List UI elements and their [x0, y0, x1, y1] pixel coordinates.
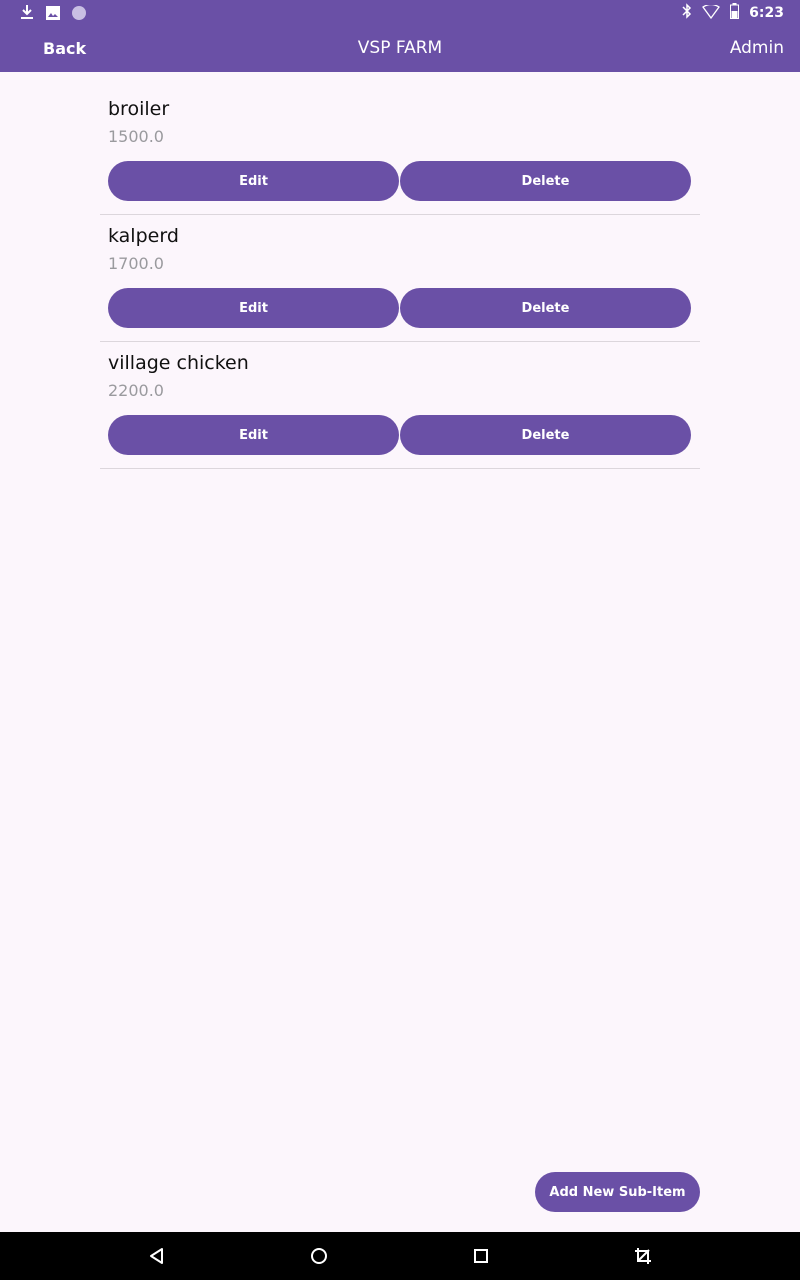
edit-button[interactable]: Edit	[108, 161, 399, 201]
admin-button[interactable]: Admin	[730, 38, 784, 58]
back-icon[interactable]	[147, 1246, 167, 1266]
delete-button[interactable]: Delete	[400, 288, 691, 328]
navigation-bar	[0, 1232, 800, 1280]
wifi-icon	[702, 3, 721, 23]
item-price: 2200.0	[108, 381, 164, 400]
edit-button[interactable]: Edit	[108, 288, 399, 328]
home-icon[interactable]	[309, 1246, 329, 1266]
delete-button[interactable]: Delete	[400, 415, 691, 455]
status-time: 6:23	[749, 5, 784, 21]
item-price: 1700.0	[108, 254, 164, 273]
app-bar: Back VSP FARM Admin	[0, 24, 800, 72]
item-name: broiler	[108, 98, 170, 120]
status-bar: 6:23	[0, 0, 800, 24]
battery-icon	[730, 3, 740, 23]
screenshot-icon[interactable]	[633, 1246, 653, 1266]
list-item: village chicken 2200.0 Edit Delete	[100, 342, 700, 469]
item-name: village chicken	[108, 352, 249, 374]
list-item: broiler 1500.0 Edit Delete	[100, 88, 700, 215]
recents-icon[interactable]	[471, 1246, 491, 1266]
edit-button[interactable]: Edit	[108, 415, 399, 455]
download-icon	[20, 4, 34, 24]
bluetooth-icon	[682, 3, 692, 23]
circle-icon	[72, 5, 86, 24]
item-name: kalperd	[108, 225, 179, 247]
page-title: VSP FARM	[357, 38, 443, 58]
item-price: 1500.0	[108, 127, 164, 146]
delete-button[interactable]: Delete	[400, 161, 691, 201]
sub-item-list: broiler 1500.0 Edit Delete kalperd 1700.…	[100, 88, 700, 469]
list-item: kalperd 1700.0 Edit Delete	[100, 215, 700, 342]
image-icon	[46, 5, 60, 24]
add-new-sub-item-button[interactable]: Add New Sub-Item	[535, 1172, 700, 1212]
